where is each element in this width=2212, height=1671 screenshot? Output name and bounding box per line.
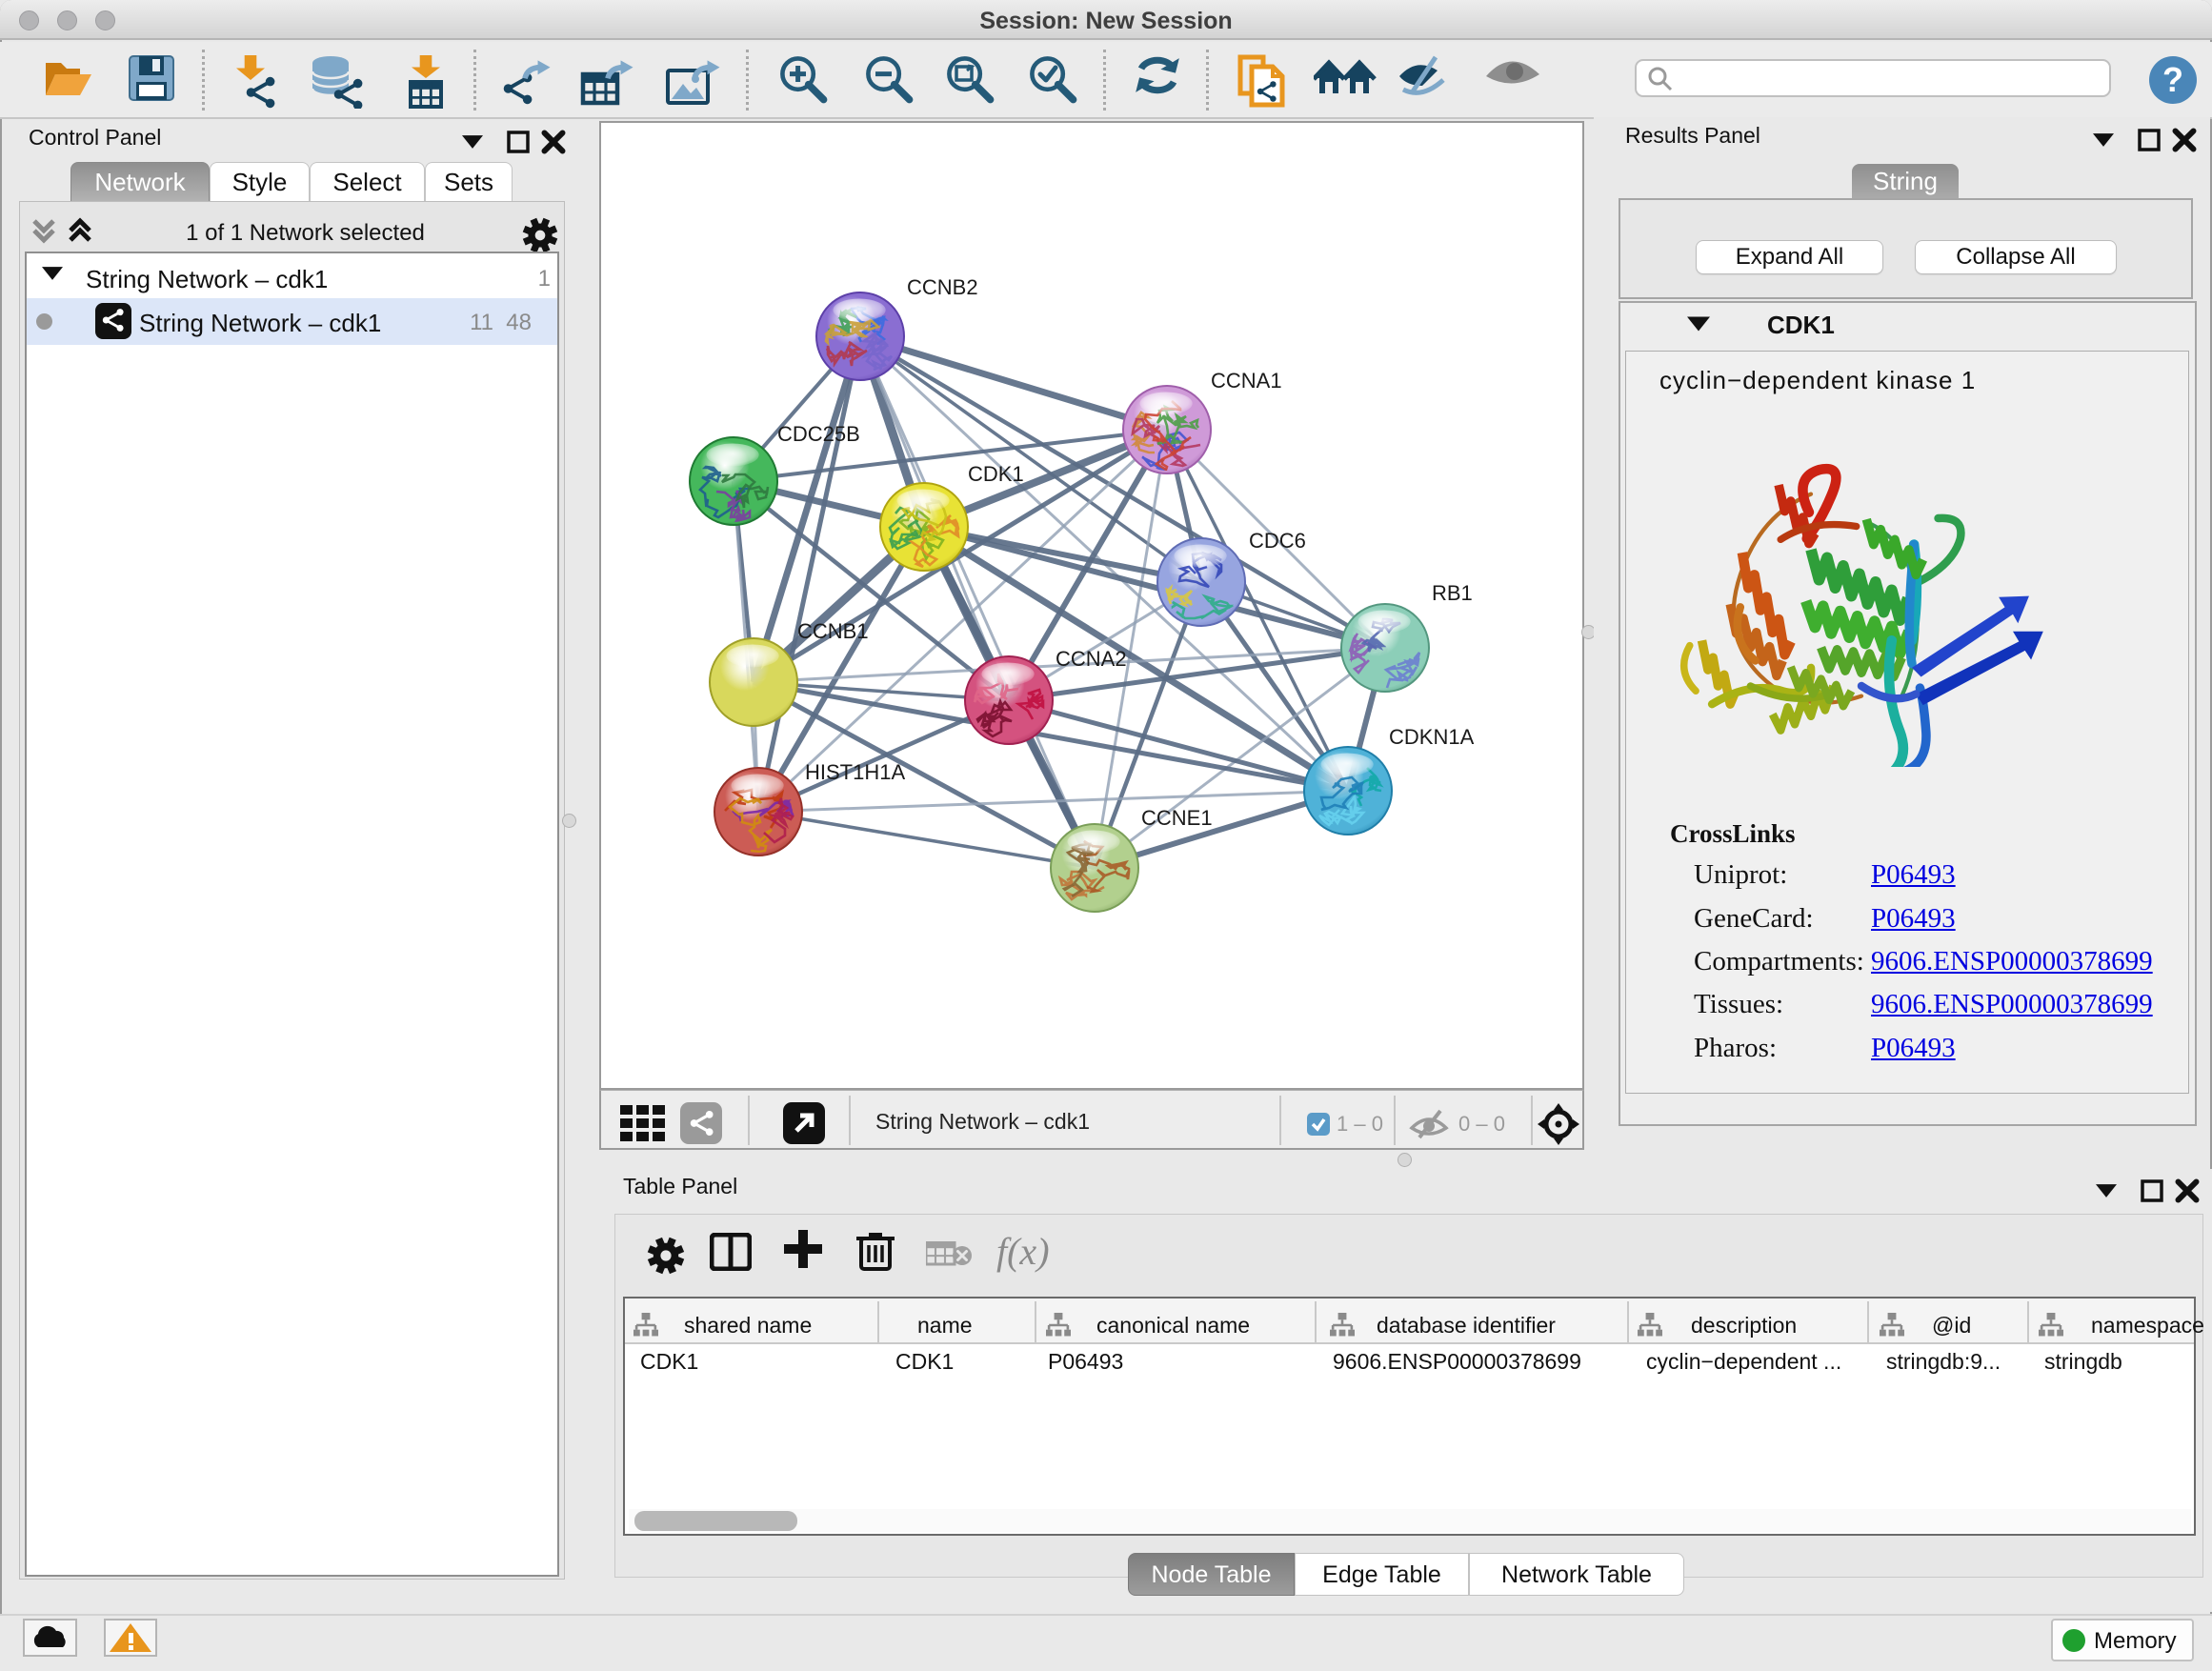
svg-text:HIST1H1A: HIST1H1A [805,760,905,784]
svg-text:CCNB1: CCNB1 [797,619,869,643]
svg-text:RB1: RB1 [1432,581,1473,605]
svg-text:CCNE1: CCNE1 [1141,806,1213,830]
svg-text:CDC6: CDC6 [1249,529,1306,553]
svg-text:CDKN1A: CDKN1A [1389,725,1475,749]
svg-text:CCNB2: CCNB2 [907,275,978,299]
svg-text:CDC25B: CDC25B [777,422,860,446]
svg-text:CDK1: CDK1 [968,462,1024,486]
svg-text:CCNA1: CCNA1 [1211,369,1282,393]
svg-text:CCNA2: CCNA2 [1056,647,1127,671]
svg-text:?: ? [2162,60,2183,99]
